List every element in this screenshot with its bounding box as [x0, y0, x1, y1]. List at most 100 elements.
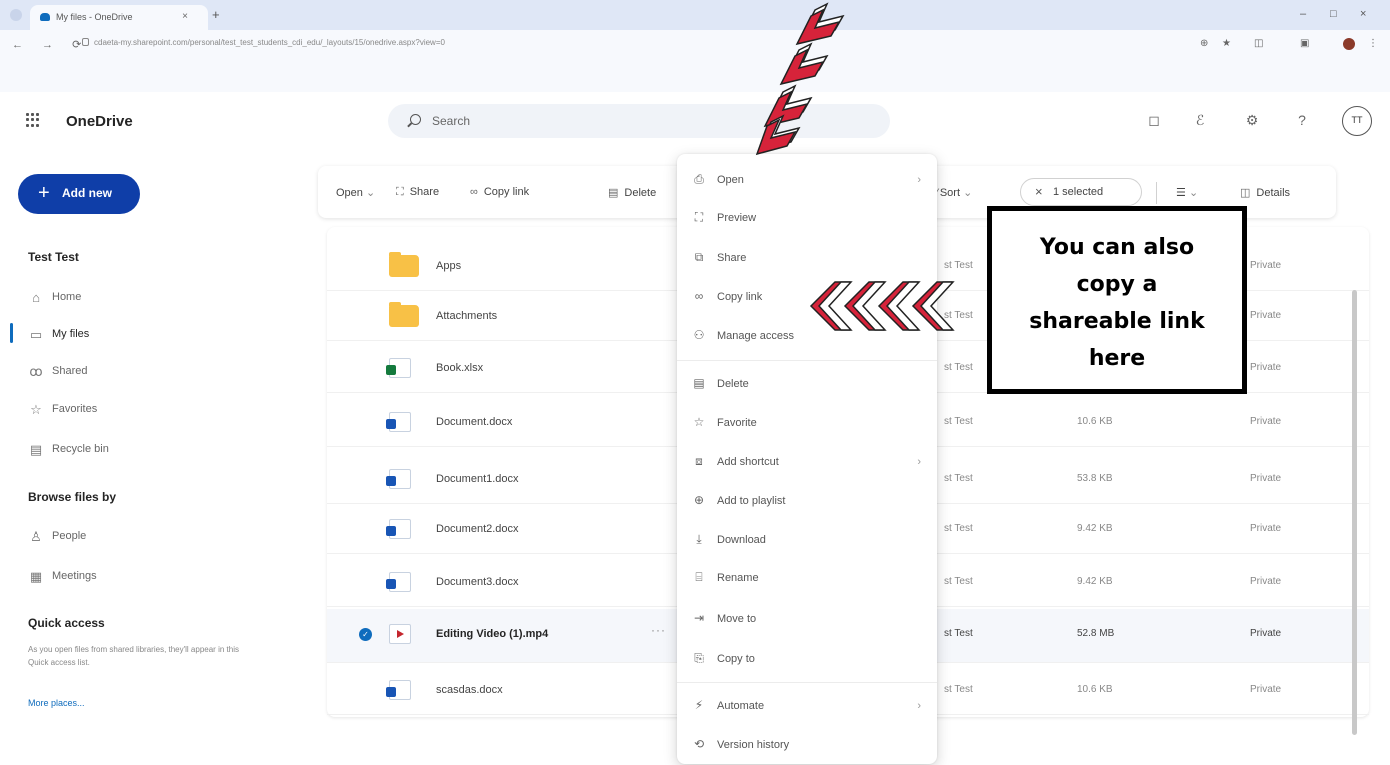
- file-sharing: Private: [1250, 260, 1282, 271]
- chevron-right-icon: ›: [917, 456, 921, 468]
- sidebar-item-home[interactable]: ⌂ Home: [28, 290, 81, 305]
- tab-close-icon[interactable]: ×: [182, 11, 188, 22]
- browser-profile-icon[interactable]: [1343, 38, 1355, 50]
- maximize-button[interactable]: □: [1330, 8, 1337, 20]
- sidebar-item-favorites[interactable]: ☆ Favorites: [28, 402, 97, 417]
- chevron-right-icon: ›: [917, 700, 921, 712]
- menu-item-label: Download: [717, 534, 766, 546]
- minimize-button[interactable]: –: [1300, 8, 1306, 20]
- user-avatar[interactable]: TT: [1342, 106, 1372, 136]
- sidebar-item-meetings[interactable]: ▦ Meetings: [28, 569, 97, 584]
- file-name[interactable]: scasdas.docx: [436, 684, 503, 696]
- star-icon: ☆: [30, 402, 42, 417]
- browser-tab[interactable]: My files - OneDrive ×: [30, 5, 208, 30]
- share-people-icon[interactable]: ℰ: [1188, 108, 1212, 132]
- view-options-button[interactable]: ☰ ⌄: [1176, 186, 1198, 199]
- browser-menu-icon[interactable]: ⋮: [1368, 38, 1378, 49]
- sidebar-item-recycle-bin[interactable]: ▤ Recycle bin: [28, 442, 109, 457]
- url-text: cdaeta-my.sharepoint.com/personal/test_t…: [94, 38, 445, 47]
- window-close-button[interactable]: ×: [1360, 8, 1366, 20]
- file-name[interactable]: Book.xlsx: [436, 362, 483, 374]
- menu-item-share[interactable]: ⧉ Share: [677, 240, 937, 278]
- tab-search-icon[interactable]: [10, 9, 22, 21]
- file-name[interactable]: Document3.docx: [436, 576, 519, 588]
- sidebar-item-label: Meetings: [52, 570, 97, 582]
- new-tab-button[interactable]: +: [212, 7, 220, 22]
- more-actions-icon[interactable]: ···: [651, 623, 666, 637]
- delete-label: Delete: [624, 187, 657, 199]
- menu-item-download[interactable]: ⤓ Download: [677, 522, 937, 560]
- file-sharing: Private: [1250, 310, 1282, 321]
- word-file-icon: [386, 572, 411, 592]
- bookmark-star-icon[interactable]: ★: [1222, 38, 1231, 49]
- callout-line: here: [1088, 346, 1146, 371]
- history-icon: ⟲: [693, 737, 705, 751]
- feedback-icon[interactable]: ◻: [1142, 108, 1166, 132]
- address-bar[interactable]: cdaeta-my.sharepoint.com/personal/test_t…: [82, 34, 1182, 52]
- selection-pill[interactable]: × 1 selected: [1020, 178, 1142, 206]
- menu-item-open[interactable]: ⎙ Open ›: [677, 162, 937, 200]
- copy-link-button[interactable]: ∞ Copy link: [470, 186, 529, 198]
- person-icon: ♙: [30, 529, 42, 544]
- menu-item-label: Manage access: [717, 330, 795, 342]
- sidebar-item-label: My files: [52, 328, 90, 340]
- file-name[interactable]: Apps: [436, 260, 461, 272]
- file-name[interactable]: Document.docx: [436, 416, 512, 428]
- sidebar-item-people[interactable]: ♙ People: [28, 529, 87, 544]
- file-name[interactable]: Document1.docx: [436, 473, 519, 485]
- file-name[interactable]: Document2.docx: [436, 523, 519, 535]
- share-button[interactable]: ⛶ Share: [396, 186, 439, 199]
- sidebar-item-shared[interactable]: ꝏ Shared: [28, 364, 88, 379]
- app-launcher-icon[interactable]: [26, 113, 40, 127]
- sidebar-item-label: People: [52, 530, 87, 542]
- open-button[interactable]: Open ⌄: [336, 186, 375, 199]
- sidebar-item-my-files[interactable]: ▭ My files: [28, 327, 90, 342]
- file-owner: st Test: [944, 473, 973, 484]
- help-icon[interactable]: ?: [1290, 108, 1314, 132]
- menu-item-favorite[interactable]: ☆ Favorite: [677, 405, 937, 443]
- clear-selection-icon[interactable]: ×: [1035, 184, 1043, 199]
- app-name[interactable]: OneDrive: [66, 113, 133, 130]
- calendar-icon: ▦: [29, 569, 43, 584]
- details-pane-icon: ◫: [1240, 187, 1251, 199]
- zoom-icon[interactable]: ⊕: [1200, 38, 1208, 49]
- menu-item-automate[interactable]: ⚡ Automate ›: [677, 688, 937, 726]
- details-button[interactable]: ◫ Details: [1240, 186, 1290, 199]
- checkmark-icon[interactable]: ✓: [359, 628, 372, 641]
- sort-button[interactable]: ⁄Sort ⌄: [936, 186, 972, 199]
- menu-item-delete[interactable]: ▤ Delete: [677, 366, 937, 404]
- menu-item-copy-to[interactable]: ⎘ Copy to: [677, 641, 937, 679]
- add-new-button[interactable]: + Add new: [18, 174, 140, 214]
- sidepanel-icon[interactable]: ▣: [1300, 38, 1309, 49]
- menu-item-label: Share: [717, 252, 747, 264]
- lock-icon: [82, 38, 89, 46]
- browser-nav-buttons[interactable]: ← → ⟳: [12, 38, 89, 51]
- menu-item-rename[interactable]: ⌸ Rename: [677, 560, 937, 598]
- link-icon: ∞: [694, 289, 704, 303]
- menu-item-preview[interactable]: ⛶ Preview: [677, 200, 937, 238]
- callout-line: copy a: [1076, 272, 1158, 297]
- menu-item-label: Add to playlist: [717, 495, 786, 507]
- file-name[interactable]: Attachments: [436, 310, 497, 322]
- menu-item-label: Add shortcut: [717, 456, 779, 468]
- move-icon: ⇥: [693, 611, 705, 625]
- menu-item-add-shortcut[interactable]: ⧈ Add shortcut ›: [677, 444, 937, 482]
- selected-count: 1 selected: [1053, 186, 1104, 198]
- annotation-callout: You can also copy a shareable link here: [987, 206, 1247, 394]
- delete-button[interactable]: ▤ Delete: [608, 186, 656, 199]
- scrollbar[interactable]: [1352, 290, 1357, 735]
- browse-files-header: Browse files by: [28, 490, 117, 504]
- search-input[interactable]: Search: [432, 114, 470, 128]
- menu-item-add-to-playlist[interactable]: ⊕ Add to playlist: [677, 483, 937, 521]
- menu-item-label: Open: [717, 174, 744, 186]
- more-places-link[interactable]: More places...: [28, 698, 85, 708]
- file-sharing: Private: [1250, 523, 1282, 534]
- file-name[interactable]: Editing Video (1).mp4: [436, 628, 548, 640]
- word-file-icon: [386, 412, 411, 432]
- settings-gear-icon[interactable]: ⚙: [1240, 108, 1264, 132]
- context-menu: ⎙ Open › ⛶ Preview ⧉ Share ∞ Copy link ⚇ Manag…: [677, 154, 937, 764]
- extensions-icon[interactable]: ◫: [1254, 38, 1263, 49]
- menu-item-move-to[interactable]: ⇥ Move to: [677, 601, 937, 639]
- menu-item-version-history[interactable]: ⟲ Version history: [677, 727, 937, 765]
- sidebar-item-label: Shared: [52, 365, 88, 377]
